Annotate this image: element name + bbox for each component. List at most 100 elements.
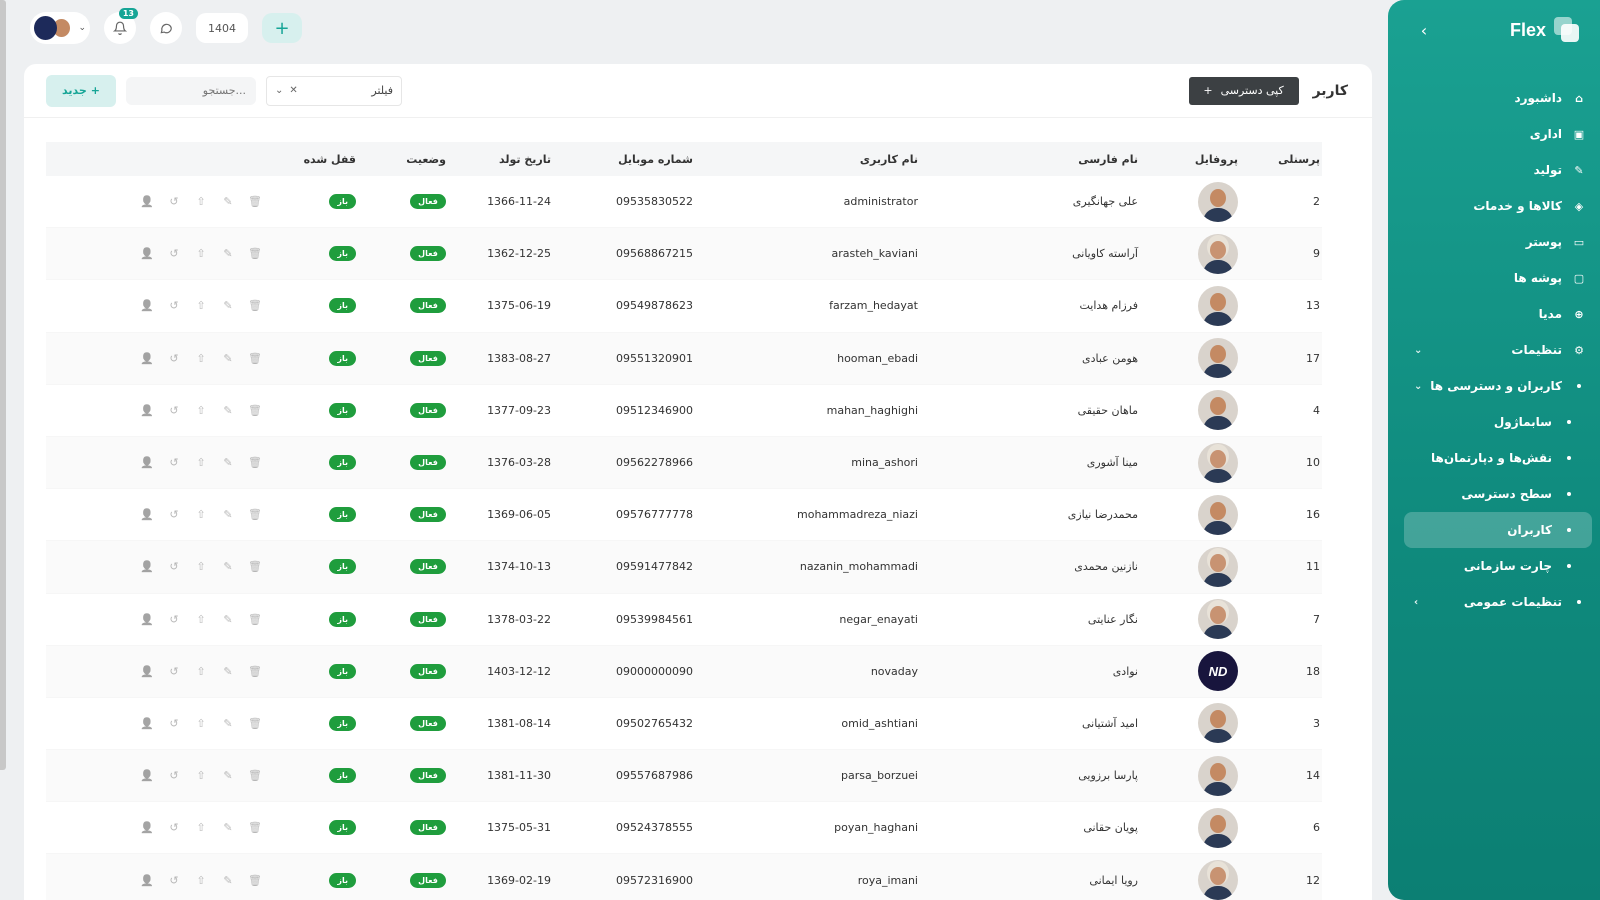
user-icon[interactable]: 👤 xyxy=(140,352,154,365)
header-locked[interactable]: قفل شده xyxy=(266,153,356,166)
edit-icon[interactable]: ✎ xyxy=(221,769,235,782)
new-button[interactable]: جدید + xyxy=(46,74,116,107)
user-icon[interactable]: 👤 xyxy=(140,195,154,208)
trash-icon[interactable]: 🗑 xyxy=(248,613,262,626)
trash-icon[interactable]: 🗑 xyxy=(248,352,262,365)
copy-access-button[interactable]: + کپی دسترسی xyxy=(1188,76,1299,105)
year-selector[interactable]: 1404 xyxy=(196,13,248,43)
upload-icon[interactable]: ⇧ xyxy=(194,717,208,730)
upload-icon[interactable]: ⇧ xyxy=(194,874,208,887)
table-row[interactable]: 👤 ↺ ⇧ ✎ 🗑 باز فعال 1377-09-23 09512346900 mahan_h… xyxy=(46,385,1322,437)
chevron-down-icon[interactable]: ⌄ xyxy=(275,85,283,96)
edit-icon[interactable]: ✎ xyxy=(221,613,235,626)
upload-icon[interactable]: ⇧ xyxy=(194,613,208,626)
sidebar-item-12[interactable]: کاربران xyxy=(1404,512,1592,548)
table-row[interactable]: 👤 ↺ ⇧ ✎ 🗑 باز فعال 1362-12-25 09568867215 arasteh… xyxy=(46,228,1322,281)
edit-icon[interactable]: ✎ xyxy=(221,874,235,887)
upload-icon[interactable]: ⇧ xyxy=(194,247,208,260)
sidebar-item-4[interactable]: پوستر ▭ xyxy=(1388,224,1600,260)
history-icon[interactable]: ↺ xyxy=(167,352,181,365)
sidebar-item-7[interactable]: ⌄ تنظیمات ⚙ xyxy=(1388,332,1600,368)
edit-icon[interactable]: ✎ xyxy=(221,665,235,678)
trash-icon[interactable]: 🗑 xyxy=(248,508,262,521)
trash-icon[interactable]: 🗑 xyxy=(248,665,262,678)
sidebar-item-3[interactable]: کالاها و خدمات ◈ xyxy=(1388,188,1600,224)
user-icon[interactable]: 👤 xyxy=(140,665,154,678)
sidebar-item-2[interactable]: تولید ✎ xyxy=(1388,152,1600,188)
table-row[interactable]: 👤 ↺ ⇧ ✎ 🗑 باز فعال 1375-06-19 09549878623 farzam_… xyxy=(46,280,1322,333)
trash-icon[interactable]: 🗑 xyxy=(248,195,262,208)
header-birth[interactable]: تاریخ تولد xyxy=(446,153,551,166)
upload-icon[interactable]: ⇧ xyxy=(194,299,208,312)
edit-icon[interactable]: ✎ xyxy=(221,821,235,834)
table-row[interactable]: 👤 ↺ ⇧ ✎ 🗑 باز فعال 1374-10-13 09591477842 nazanin… xyxy=(46,541,1322,594)
user-icon[interactable]: 👤 xyxy=(140,874,154,887)
upload-icon[interactable]: ⇧ xyxy=(194,665,208,678)
edit-icon[interactable]: ✎ xyxy=(221,560,235,573)
trash-icon[interactable]: 🗑 xyxy=(248,456,262,469)
history-icon[interactable]: ↺ xyxy=(167,874,181,887)
edit-icon[interactable]: ✎ xyxy=(221,404,235,417)
upload-icon[interactable]: ⇧ xyxy=(194,769,208,782)
edit-icon[interactable]: ✎ xyxy=(221,456,235,469)
user-icon[interactable]: 👤 xyxy=(140,247,154,260)
user-icon[interactable]: 👤 xyxy=(140,769,154,782)
upload-icon[interactable]: ⇧ xyxy=(194,195,208,208)
header-username[interactable]: نام کاربری xyxy=(693,153,918,166)
user-icon[interactable]: 👤 xyxy=(140,508,154,521)
user-icon[interactable]: 👤 xyxy=(140,613,154,626)
table-row[interactable]: 👤 ↺ ⇧ ✎ 🗑 باز فعال 1366-11-24 09535830522 adminis… xyxy=(46,176,1322,229)
trash-icon[interactable]: 🗑 xyxy=(248,404,262,417)
account-menu[interactable]: ⌄ xyxy=(30,12,90,44)
search-input[interactable] xyxy=(126,76,256,105)
clear-icon[interactable]: ✕ xyxy=(289,85,297,96)
table-row[interactable]: 👤 ↺ ⇧ ✎ 🗑 باز فعال 1381-08-14 09502765432 omid_as… xyxy=(46,698,1322,751)
sidebar-item-9[interactable]: سابماژول xyxy=(1388,404,1600,440)
table-row[interactable]: 👤 ↺ ⇧ ✎ 🗑 باز فعال 1369-06-05 09576777778 mohamma… xyxy=(46,489,1322,542)
table-row[interactable]: 👤 ↺ ⇧ ✎ 🗑 باز فعال 1381-11-30 09557687986 parsa_b… xyxy=(46,750,1322,803)
left-scroll-strip[interactable] xyxy=(0,0,6,770)
user-icon[interactable]: 👤 xyxy=(140,456,154,469)
edit-icon[interactable]: ✎ xyxy=(221,717,235,730)
user-icon[interactable]: 👤 xyxy=(140,821,154,834)
header-mobile[interactable]: شماره موبایل xyxy=(551,153,693,166)
header-status[interactable]: وضعیت xyxy=(356,153,446,166)
history-icon[interactable]: ↺ xyxy=(167,508,181,521)
history-icon[interactable]: ↺ xyxy=(167,717,181,730)
table-row[interactable]: 👤 ↺ ⇧ ✎ 🗑 باز فعال 1376-03-28 09562278966 mina_as… xyxy=(46,436,1322,490)
trash-icon[interactable]: 🗑 xyxy=(248,247,262,260)
edit-icon[interactable]: ✎ xyxy=(221,299,235,312)
table-row[interactable]: 👤 ↺ ⇧ ✎ 🗑 باز فعال 1378-03-22 09539984561 negar_e… xyxy=(46,594,1322,646)
collapse-sidebar-button[interactable]: ‹ xyxy=(1414,20,1434,40)
user-icon[interactable]: 👤 xyxy=(140,299,154,312)
table-row[interactable]: 👤 ↺ ⇧ ✎ 🗑 باز فعال 1375-05-31 09524378555 poyan_h… xyxy=(46,802,1322,855)
history-icon[interactable]: ↺ xyxy=(167,456,181,469)
sidebar-item-6[interactable]: مدیا ⊕ xyxy=(1388,296,1600,332)
header-profile[interactable]: پروفایل xyxy=(1138,153,1238,166)
upload-icon[interactable]: ⇧ xyxy=(194,352,208,365)
trash-icon[interactable]: 🗑 xyxy=(248,769,262,782)
trash-icon[interactable]: 🗑 xyxy=(248,874,262,887)
header-name[interactable]: نام فارسی xyxy=(918,153,1138,166)
history-icon[interactable]: ↺ xyxy=(167,247,181,260)
trash-icon[interactable]: 🗑 xyxy=(248,821,262,834)
quick-add-button[interactable]: + xyxy=(262,13,302,43)
edit-icon[interactable]: ✎ xyxy=(221,247,235,260)
sidebar-item-0[interactable]: داشبورد ⌂ xyxy=(1388,80,1600,116)
table-row[interactable]: 👤 ↺ ⇧ ✎ 🗑 باز فعال 1383-08-27 09551320901 hooman_… xyxy=(46,332,1322,385)
filter-select[interactable]: ⌄ ✕ فیلتر xyxy=(266,75,402,106)
table-row[interactable]: 👤 ↺ ⇧ ✎ 🗑 باز فعال 1403-12-12 09000000090 novaday… xyxy=(46,645,1322,698)
user-icon[interactable]: 👤 xyxy=(140,717,154,730)
upload-icon[interactable]: ⇧ xyxy=(194,560,208,573)
history-icon[interactable]: ↺ xyxy=(167,195,181,208)
header-id[interactable]: پرسنلی xyxy=(1238,153,1320,166)
sidebar-item-13[interactable]: چارت سازمانی xyxy=(1388,548,1600,584)
history-icon[interactable]: ↺ xyxy=(167,665,181,678)
edit-icon[interactable]: ✎ xyxy=(221,195,235,208)
chat-button[interactable] xyxy=(150,12,182,44)
trash-icon[interactable]: 🗑 xyxy=(248,560,262,573)
trash-icon[interactable]: 🗑 xyxy=(248,299,262,312)
table-row[interactable]: 👤 ↺ ⇧ ✎ 🗑 باز فعال 1369-02-19 09572316900 roya_im… xyxy=(46,854,1322,900)
history-icon[interactable]: ↺ xyxy=(167,613,181,626)
sidebar-item-10[interactable]: نقش‌ها و دپارتمان‌ها xyxy=(1388,440,1600,476)
